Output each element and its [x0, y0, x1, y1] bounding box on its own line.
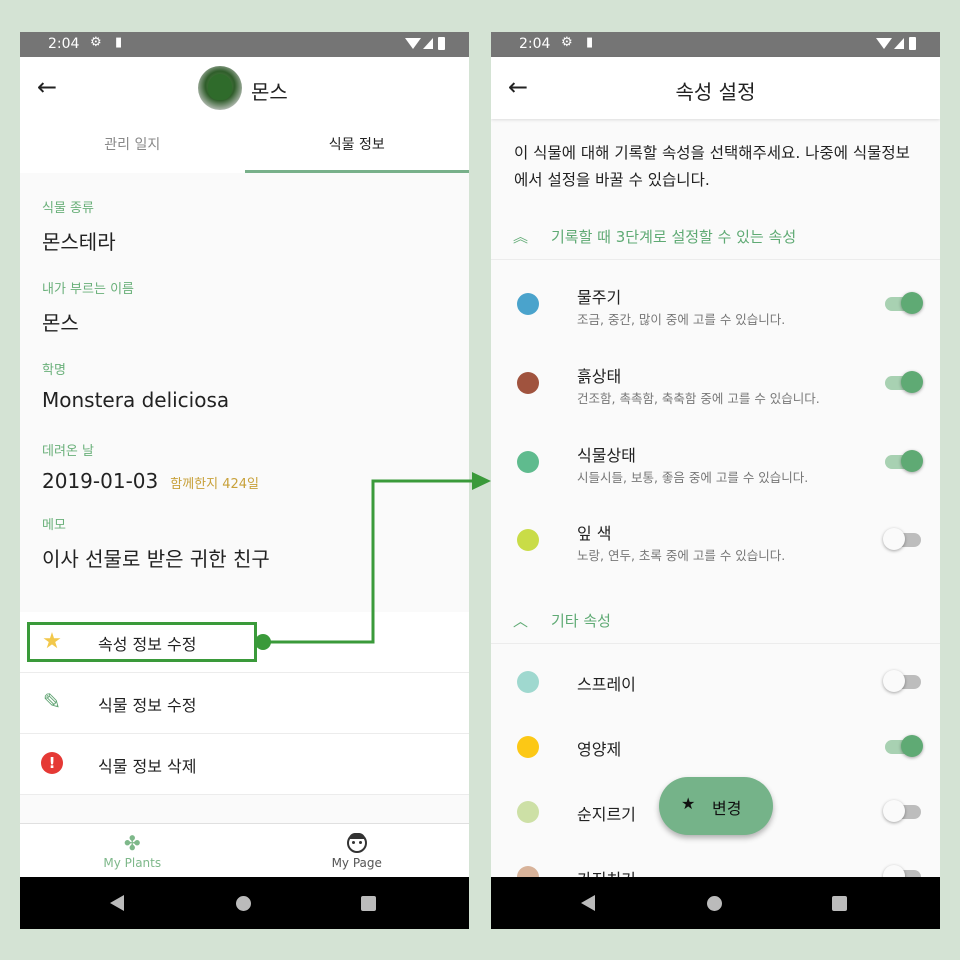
flow-arrow [270, 472, 491, 644]
